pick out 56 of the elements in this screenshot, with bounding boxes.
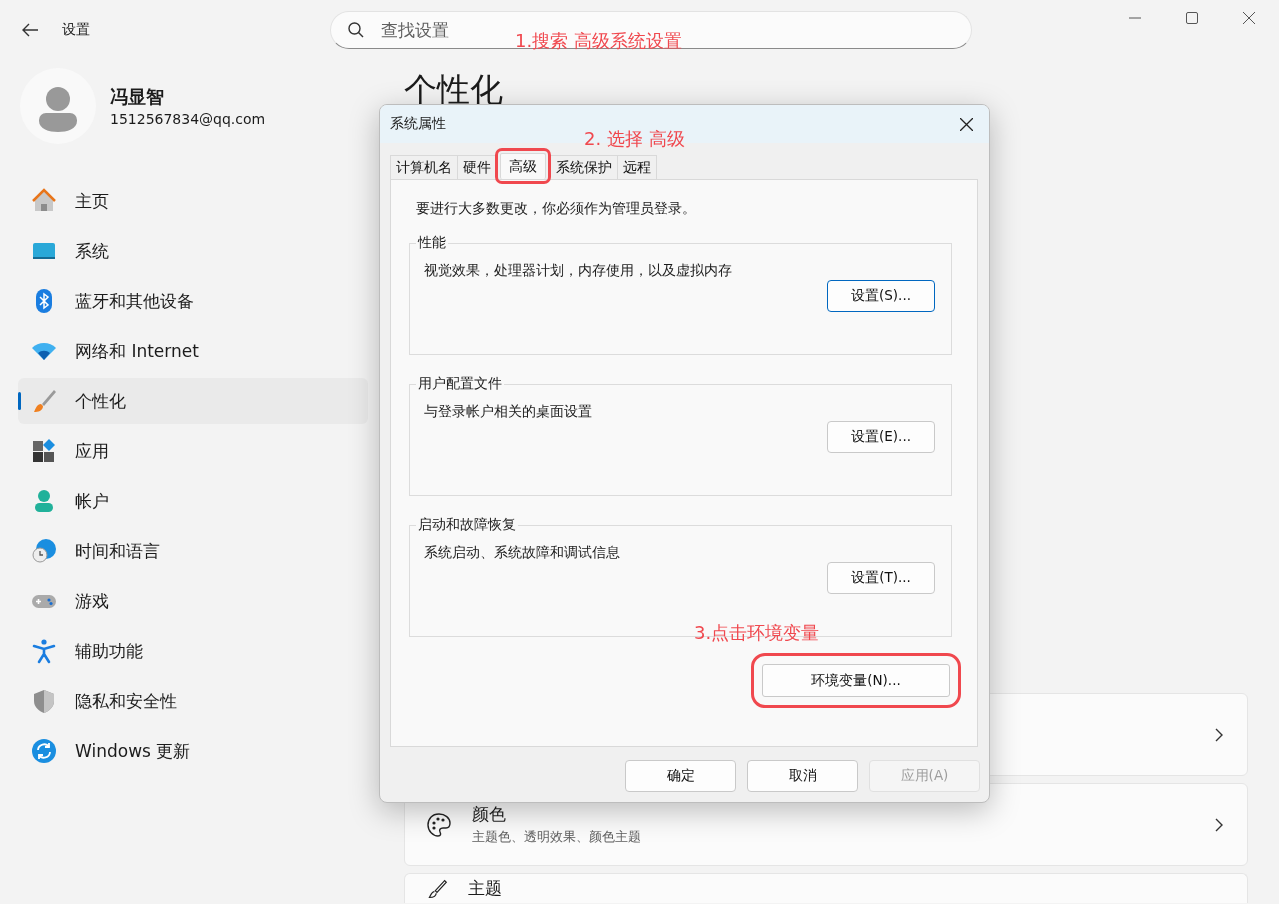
- sidebar-item[interactable]: 游戏: [18, 578, 368, 624]
- shield-icon: [31, 688, 57, 714]
- search-icon: [347, 21, 365, 39]
- sidebar-item[interactable]: 网络和 Internet: [18, 328, 368, 374]
- accessibility-icon: [31, 638, 57, 664]
- sidebar-item[interactable]: 隐私和安全性: [18, 678, 368, 724]
- account-name: 冯显智: [110, 85, 165, 109]
- close-icon[interactable]: [960, 117, 973, 131]
- avatar-icon: [20, 68, 96, 144]
- close-icon[interactable]: [1243, 12, 1255, 24]
- maximize-icon[interactable]: [1186, 12, 1198, 24]
- window-title: 设置: [62, 21, 90, 39]
- tab[interactable]: 计算机名: [390, 155, 458, 179]
- annotation-text: 1.搜索 高级系统设置: [515, 30, 682, 52]
- sidebar-item[interactable]: 系统: [18, 228, 368, 274]
- apps-icon: [31, 438, 57, 464]
- page-title: 个性化: [404, 69, 504, 111]
- tab[interactable]: 远程: [617, 155, 657, 179]
- notice-text: 要进行大多数更改，你必须作为管理员登录。: [416, 200, 697, 218]
- annotation-text: 3.点击环境变量: [694, 622, 820, 644]
- tab[interactable]: 系统保护: [550, 155, 618, 179]
- card-title: 颜色: [472, 803, 507, 826]
- settings-button[interactable]: 设置(S)...: [827, 280, 935, 312]
- sidebar-item[interactable]: 帐户: [18, 478, 368, 524]
- group-title: 用户配置文件: [417, 375, 503, 393]
- back-arrow-icon[interactable]: [21, 23, 39, 37]
- group-title: 启动和故障恢复: [417, 516, 517, 534]
- settings-button[interactable]: 设置(T)...: [827, 562, 935, 594]
- group-description: 与登录帐户相关的桌面设置: [424, 403, 593, 421]
- sidebar-item[interactable]: Windows 更新: [18, 728, 368, 774]
- brush-icon: [426, 877, 448, 900]
- chevron-right-icon: [1215, 727, 1223, 742]
- settings-button[interactable]: 设置(E)...: [827, 421, 935, 453]
- dialog-button[interactable]: 取消: [747, 760, 858, 792]
- sidebar-item[interactable]: 时间和语言: [18, 528, 368, 574]
- sidebar-item[interactable]: 蓝牙和其他设备: [18, 278, 368, 324]
- sidebar-item[interactable]: 辅助功能: [18, 628, 368, 674]
- sidebar-item[interactable]: 个性化: [18, 378, 368, 424]
- palette-icon: [426, 811, 452, 838]
- globe-clock-icon: [31, 538, 57, 564]
- annotation-text: 2. 选择 高级: [584, 128, 685, 150]
- settings-card[interactable]: 主题: [404, 873, 1248, 903]
- dialog-button[interactable]: 确定: [625, 760, 736, 792]
- dialog-title: 系统属性: [390, 115, 446, 133]
- card-title: 主题: [468, 877, 502, 900]
- group-title: 性能: [416, 234, 447, 252]
- brush-icon: [31, 388, 57, 414]
- sidebar-item[interactable]: 应用: [18, 428, 368, 474]
- group-description: 系统启动、系统故障和调试信息: [424, 544, 621, 562]
- sidebar-item[interactable]: 主页: [18, 178, 368, 224]
- group-description: 视觉效果，处理器计划，内存使用，以及虚拟内存: [424, 262, 733, 280]
- refresh-icon: [31, 738, 57, 764]
- chevron-right-icon: [1215, 817, 1223, 832]
- house-icon: [31, 188, 57, 214]
- card-subtitle: 主题色、透明效果、颜色主题: [472, 828, 641, 846]
- account-email: 1512567834@qq.com: [110, 111, 266, 127]
